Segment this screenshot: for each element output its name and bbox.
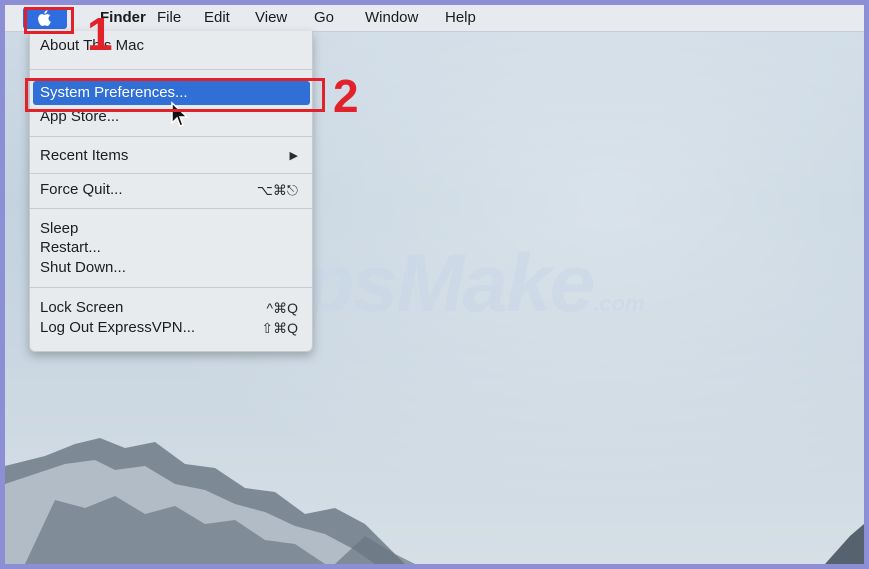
menu-item-shut-down[interactable]: Shut Down... [40, 259, 126, 276]
menu-item-sleep[interactable]: Sleep [40, 220, 78, 237]
log-out-shortcut: ⇧⌘Q [261, 320, 298, 336]
annotation-box-apple-menu [24, 7, 74, 34]
mountain-range [5, 438, 864, 564]
menu-item-log-out[interactable]: Log Out ExpressVPN... [40, 319, 195, 336]
menubar-go[interactable]: Go [314, 9, 334, 26]
menubar-window[interactable]: Window [365, 9, 418, 26]
annotation-box-system-preferences [25, 78, 325, 112]
menubar-view[interactable]: View [255, 9, 287, 26]
menu-item-lock-screen[interactable]: Lock Screen [40, 299, 123, 316]
force-quit-shortcut: ⌥⌘⎋ [256, 182, 298, 198]
lock-screen-shortcut: ^⌘Q [266, 300, 298, 316]
annotation-step-2: 2 [333, 70, 359, 122]
menubar-help[interactable]: Help [445, 9, 476, 26]
menu-separator [30, 208, 312, 209]
menu-separator [30, 173, 312, 174]
screenshot-frame: TipsMake.com Finder File Edit View Go Wi… [0, 0, 869, 569]
menu-bar: Finder File Edit View Go Window Help [5, 5, 864, 32]
menu-separator [30, 287, 312, 288]
menu-item-force-quit[interactable]: Force Quit... [40, 181, 123, 198]
menu-item-restart[interactable]: Restart... [40, 239, 101, 256]
menu-separator [30, 136, 312, 137]
menu-item-recent-items[interactable]: Recent Items [40, 147, 128, 164]
menu-separator [30, 69, 312, 70]
watermark-suffix: .com [593, 291, 645, 316]
menubar-file[interactable]: File [157, 9, 181, 26]
annotation-step-1: 1 [87, 8, 113, 60]
submenu-arrow-icon: ▶ [289, 150, 298, 162]
menubar-edit[interactable]: Edit [204, 9, 230, 26]
